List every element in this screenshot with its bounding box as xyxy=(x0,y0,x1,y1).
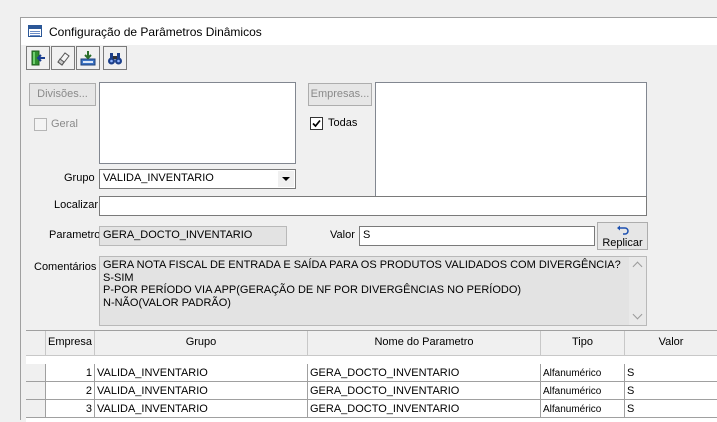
cell-empresa[interactable]: 1 xyxy=(46,364,95,382)
cell-nome-parametro[interactable]: GERA_DOCTO_INVENTARIO xyxy=(308,382,541,400)
row-indicator[interactable] xyxy=(26,382,46,400)
cell-valor[interactable]: S xyxy=(625,382,717,400)
divisoes-list[interactable] xyxy=(99,82,296,164)
parametro-field: GERA_DOCTO_INVENTARIO xyxy=(99,226,287,246)
grupo-select[interactable]: VALIDA_INVENTARIO xyxy=(99,169,296,189)
main-window: Configuração de Parâmetros Dinâmicos Div… xyxy=(20,17,717,422)
table-row[interactable]: 2 VALIDA_INVENTARIO GERA_DOCTO_INVENTARI… xyxy=(26,382,717,400)
divisoes-button[interactable]: Divisões... xyxy=(29,83,96,106)
header-grupo[interactable]: Grupo xyxy=(95,331,308,356)
replicar-label: Replicar xyxy=(602,237,643,249)
table-header: Empresa Grupo Nome do Parametro Tipo Val… xyxy=(26,331,717,356)
comentario-line: P-POR PERÍODO VIA APP(GERAÇÃO DE NF POR … xyxy=(103,284,522,297)
comentario-line: GERA NOTA FISCAL DE ENTRADA E SAÍDA PARA… xyxy=(103,259,621,271)
header-empresa[interactable]: Empresa xyxy=(46,331,95,356)
geral-label: Geral xyxy=(51,118,78,130)
empresas-button[interactable]: Empresas... xyxy=(308,83,372,106)
exit-button[interactable] xyxy=(26,46,50,70)
save-icon xyxy=(80,51,96,66)
title-bar: Configuração de Parâmetros Dinâmicos xyxy=(21,18,717,45)
header-tipo[interactable]: Tipo xyxy=(541,331,625,356)
binoculars-icon xyxy=(108,53,122,65)
valor-input[interactable]: S xyxy=(359,226,595,246)
valor-label: Valor xyxy=(330,229,355,241)
chevron-down-icon[interactable] xyxy=(278,171,294,187)
parametros-table: Empresa Grupo Nome do Parametro Tipo Val… xyxy=(26,330,717,422)
comentarios-scrollbar[interactable] xyxy=(629,257,646,325)
todas-label: Todas xyxy=(328,117,358,129)
grupo-value: VALIDA_INVENTARIO xyxy=(103,172,214,184)
localizar-label: Localizar xyxy=(54,199,99,211)
cell-grupo[interactable]: VALIDA_INVENTARIO xyxy=(95,400,308,418)
clear-button[interactable] xyxy=(51,46,75,70)
cell-tipo[interactable]: Alfanumérico xyxy=(541,400,625,418)
cell-valor[interactable]: S xyxy=(625,400,717,418)
comentario-line: S-SIM xyxy=(103,271,134,284)
cell-nome-parametro[interactable]: GERA_DOCTO_INVENTARIO xyxy=(308,400,541,418)
geral-checkbox[interactable] xyxy=(34,118,47,131)
cell-empresa[interactable]: 2 xyxy=(46,382,95,400)
empresas-list[interactable] xyxy=(375,82,647,201)
row-indicator[interactable] xyxy=(26,400,46,418)
comentarios-memo[interactable]: GERA NOTA FISCAL DE ENTRADA E SAÍDA PARA… xyxy=(99,256,647,326)
exit-icon xyxy=(31,50,45,66)
grupo-label: Grupo xyxy=(64,172,95,184)
cell-grupo[interactable]: VALIDA_INVENTARIO xyxy=(95,364,308,382)
window-grid-icon xyxy=(28,25,42,37)
header-valor[interactable]: Valor xyxy=(625,331,717,356)
parametro-label: Parametro xyxy=(49,229,101,241)
row-indicator-header xyxy=(26,331,46,356)
scroll-up-icon[interactable] xyxy=(632,261,643,272)
checkmark-icon xyxy=(312,119,321,128)
cell-valor[interactable]: S xyxy=(625,364,717,382)
cell-nome-parametro[interactable]: GERA_DOCTO_INVENTARIO xyxy=(308,364,541,382)
header-nome-parametro[interactable]: Nome do Parametro xyxy=(308,331,541,356)
eraser-icon xyxy=(57,52,70,66)
replicar-button[interactable]: Replicar xyxy=(597,222,648,250)
cell-tipo[interactable]: Alfanumérico xyxy=(541,364,625,382)
row-indicator[interactable] xyxy=(26,364,46,382)
comentarios-label: Comentários xyxy=(34,261,97,273)
save-button[interactable] xyxy=(76,46,100,70)
search-button[interactable] xyxy=(103,46,127,70)
table-row[interactable]: 3 VALIDA_INVENTARIO GERA_DOCTO_INVENTARI… xyxy=(26,400,717,418)
scroll-down-icon[interactable] xyxy=(632,309,643,320)
todas-checkbox[interactable] xyxy=(310,117,323,130)
localizar-input[interactable] xyxy=(99,196,647,216)
cell-tipo[interactable]: Alfanumérico xyxy=(541,382,625,400)
undo-arrow-icon xyxy=(617,225,629,235)
comentario-line: N-NÃO(VALOR PADRÃO) xyxy=(103,296,231,309)
table-row[interactable]: 1 VALIDA_INVENTARIO GERA_DOCTO_INVENTARI… xyxy=(26,364,717,382)
cell-empresa[interactable]: 3 xyxy=(46,400,95,418)
cell-grupo[interactable]: VALIDA_INVENTARIO xyxy=(95,382,308,400)
window-title: Configuração de Parâmetros Dinâmicos xyxy=(49,25,262,39)
